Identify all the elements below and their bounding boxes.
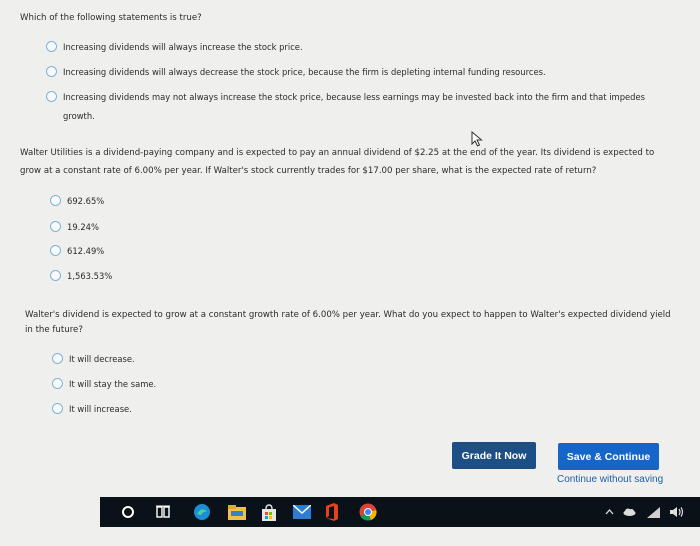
option-label: It will decrease. [69,354,135,364]
cloud-icon[interactable] [622,505,636,519]
q1-option-2[interactable]: Increasing dividends will always decreas… [46,64,546,80]
store-icon[interactable] [260,502,278,522]
option-label: 1,563.53% [67,271,113,281]
q3-option-3[interactable]: It will increase. [52,401,132,417]
question-2-line-2: grow at a constant rate of 6.00% per yea… [20,166,597,176]
file-explorer-icon[interactable] [227,503,247,521]
radio-button[interactable] [50,221,61,232]
question-3-line-1: Walter's dividend is expected to grow at… [25,310,671,320]
continue-without-saving-link[interactable]: Continue without saving [557,474,663,485]
option-label: It will increase. [69,404,132,414]
radio-button[interactable] [46,41,57,52]
edge-icon[interactable] [192,502,212,522]
task-view-icon[interactable] [155,504,171,520]
q1-option-3[interactable]: Increasing dividends may not always incr… [46,89,645,105]
radio-button[interactable] [52,353,63,364]
q3-option-1[interactable]: It will decrease. [52,351,135,367]
mail-icon[interactable] [292,504,312,520]
q3-option-2[interactable]: It will stay the same. [52,376,156,392]
option-label: Increasing dividends will always decreas… [63,67,546,77]
option-label: 19.24% [67,222,99,232]
q1-option-1[interactable]: Increasing dividends will always increas… [46,39,303,55]
volume-icon[interactable] [668,505,686,519]
windows-taskbar [100,497,700,527]
grade-it-now-button[interactable]: Grade It Now [452,442,536,469]
q2-option-4[interactable]: 1,563.53% [50,268,112,284]
q2-option-1[interactable]: 692.65% [50,193,104,209]
radio-button[interactable] [46,66,57,77]
question-3-line-2: in the future? [25,325,83,335]
wifi-icon[interactable] [646,505,660,519]
option-label: 692.65% [67,196,105,206]
question-2-line-1: Walter Utilities is a dividend-paying co… [20,148,655,158]
chevron-up-icon[interactable] [603,505,615,519]
radio-button[interactable] [46,91,57,102]
q2-option-3[interactable]: 612.49% [50,243,104,259]
question-1-prompt: Which of the following statements is tru… [20,13,202,23]
radio-button[interactable] [52,378,63,389]
chrome-icon[interactable] [358,502,378,522]
cortana-icon[interactable] [120,504,136,520]
option-label: It will stay the same. [69,379,157,389]
option-label: Increasing dividends will always increas… [63,42,303,52]
radio-button[interactable] [50,195,61,206]
q2-option-2[interactable]: 19.24% [50,219,99,235]
radio-button[interactable] [50,270,61,281]
q1-option-3-continued: growth. [63,111,95,121]
radio-button[interactable] [50,245,61,256]
option-label: Increasing dividends may not always incr… [63,92,646,102]
option-label: 612.49% [67,246,105,256]
save-and-continue-button[interactable]: Save & Continue [558,443,659,470]
office-icon[interactable] [323,502,341,522]
radio-button[interactable] [52,403,63,414]
